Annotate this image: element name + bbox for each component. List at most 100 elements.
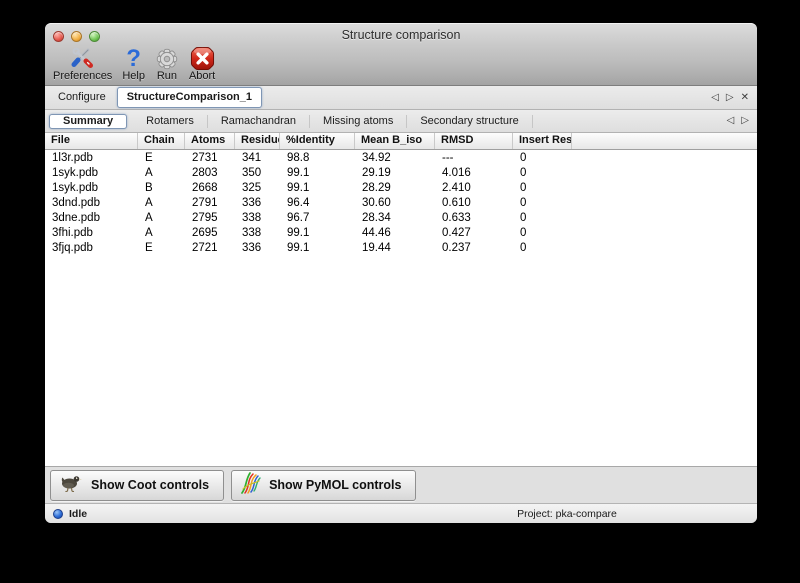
cell-mean-b-iso: 30.60 <box>355 197 435 209</box>
cell--identity: 99.1 <box>280 227 355 239</box>
cell-residues: 336 <box>235 197 280 209</box>
question-mark-icon: ? <box>126 46 141 71</box>
cell-mean-b-iso: 28.29 <box>355 182 435 194</box>
document-tab-bar: Configure StructureComparison_1 ◁ ▷ ✕ <box>45 86 757 110</box>
show-coot-controls-button[interactable]: Show Coot controls <box>50 470 224 501</box>
status-bar: Idle Project: pka-compare <box>45 503 757 523</box>
toolbar-item-label: Preferences <box>53 71 112 82</box>
cell-chain: A <box>138 212 185 224</box>
project-label: Project: pka-compare <box>477 508 657 520</box>
column-header-file[interactable]: File <box>45 133 138 149</box>
abort-octagon-icon <box>190 46 215 71</box>
abort-button[interactable]: Abort <box>189 46 215 82</box>
cell-mean-b-iso: 29.19 <box>355 167 435 179</box>
table-row[interactable]: 3fhi.pdbA269533899.144.460.4270 <box>45 225 757 240</box>
cell-insert-res-: 0 <box>513 152 572 164</box>
cell-atoms: 2791 <box>185 197 235 209</box>
cell-mean-b-iso: 44.46 <box>355 227 435 239</box>
cell-chain: A <box>138 197 185 209</box>
cell-insert-res-: 0 <box>513 212 572 224</box>
show-pymol-controls-button[interactable]: Show PyMOL controls <box>231 470 416 501</box>
cell-rmsd: 2.410 <box>435 182 513 194</box>
cell-atoms: 2795 <box>185 212 235 224</box>
preferences-button[interactable]: Preferences <box>53 46 112 82</box>
cell-insert-res-: 0 <box>513 242 572 254</box>
cell-atoms: 2721 <box>185 242 235 254</box>
table-row[interactable]: 3fjq.pdbE272133699.119.440.2370 <box>45 240 757 255</box>
doc-tab-nav: ◁ ▷ ✕ <box>711 93 749 103</box>
column-header-mean-b-iso[interactable]: Mean B_iso <box>355 133 435 149</box>
toolbar-item-label: Run <box>157 71 177 82</box>
tab-missing-atoms[interactable]: Missing atoms <box>310 115 407 128</box>
column-header--identity[interactable]: %Identity <box>280 133 355 149</box>
cell-atoms: 2668 <box>185 182 235 194</box>
cell-file: 1syk.pdb <box>45 182 138 194</box>
cell-residues: 338 <box>235 212 280 224</box>
column-header-residues[interactable]: Residues <box>235 133 280 149</box>
summary-table: FileChainAtomsResidues%IdentityMean B_is… <box>45 133 757 467</box>
controls-footer: Show Coot controls Show PyMOL controls <box>45 467 757 503</box>
tab-ramachandran[interactable]: Ramachandran <box>208 115 310 128</box>
cell-rmsd: 0.427 <box>435 227 513 239</box>
tab-prev-icon[interactable]: ◁ <box>711 93 719 103</box>
tab-summary[interactable]: Summary <box>49 114 127 129</box>
table-row[interactable]: 3dne.pdbA279533896.728.340.6330 <box>45 210 757 225</box>
pymol-ribbon-icon <box>240 472 262 499</box>
tab-rotamers[interactable]: Rotamers <box>133 115 208 128</box>
cell-rmsd: 4.016 <box>435 167 513 179</box>
tab-next-icon[interactable]: ▷ <box>726 93 734 103</box>
help-glyph: ? <box>126 47 141 71</box>
app-window: Structure comparison Preferences <box>45 23 757 523</box>
table-header: FileChainAtomsResidues%IdentityMean B_is… <box>45 133 757 150</box>
column-header-chain[interactable]: Chain <box>138 133 185 149</box>
table-body: 1l3r.pdbE273134198.834.92---01syk.pdbA28… <box>45 150 757 255</box>
window-title: Structure comparison <box>45 28 757 42</box>
cell-residues: 325 <box>235 182 280 194</box>
cell-mean-b-iso: 19.44 <box>355 242 435 254</box>
tab-close-icon[interactable]: ✕ <box>741 93 749 103</box>
cell-file: 1l3r.pdb <box>45 152 138 164</box>
help-button[interactable]: ? Help <box>122 46 145 82</box>
cell-atoms: 2731 <box>185 152 235 164</box>
cell-rmsd: 0.610 <box>435 197 513 209</box>
column-header-filler <box>572 133 757 149</box>
cell--identity: 99.1 <box>280 242 355 254</box>
table-row[interactable]: 3dnd.pdbA279133696.430.600.6100 <box>45 195 757 210</box>
run-button[interactable]: Run <box>155 46 179 82</box>
window-header: Structure comparison Preferences <box>45 23 757 86</box>
cell-residues: 350 <box>235 167 280 179</box>
cell-file: 1syk.pdb <box>45 167 138 179</box>
cell--identity: 99.1 <box>280 182 355 194</box>
tab-configure[interactable]: Configure <box>47 89 117 106</box>
cell-chain: A <box>138 227 185 239</box>
footer-button-label: Show Coot controls <box>91 478 209 492</box>
tab-structurecomparison-1[interactable]: StructureComparison_1 <box>117 87 262 108</box>
cell--identity: 98.8 <box>280 152 355 164</box>
tab-next-icon[interactable]: ▷ <box>741 116 749 126</box>
cell-rmsd: 0.237 <box>435 242 513 254</box>
table-row[interactable]: 1syk.pdbA280335099.129.194.0160 <box>45 165 757 180</box>
titlebar[interactable]: Structure comparison <box>45 24 757 46</box>
table-row[interactable]: 1syk.pdbB266832599.128.292.4100 <box>45 180 757 195</box>
status-text: Idle <box>69 508 87 520</box>
cell-chain: E <box>138 242 185 254</box>
tab-secondary-structure[interactable]: Secondary structure <box>407 115 532 128</box>
cell-chain: E <box>138 152 185 164</box>
column-header-atoms[interactable]: Atoms <box>185 133 235 149</box>
cell--identity: 96.4 <box>280 197 355 209</box>
cell-file: 3dne.pdb <box>45 212 138 224</box>
cell-atoms: 2695 <box>185 227 235 239</box>
table-row[interactable]: 1l3r.pdbE273134198.834.92---0 <box>45 150 757 165</box>
column-header-insert-res-[interactable]: Insert Res. <box>513 133 572 149</box>
cell-insert-res-: 0 <box>513 182 572 194</box>
cell-insert-res-: 0 <box>513 197 572 209</box>
view-tab-nav: ◁ ▷ <box>727 116 749 126</box>
cell-rmsd: 0.633 <box>435 212 513 224</box>
cell-residues: 341 <box>235 152 280 164</box>
gear-icon <box>155 46 179 71</box>
cell-chain: A <box>138 167 185 179</box>
tab-prev-icon[interactable]: ◁ <box>727 116 735 126</box>
column-header-rmsd[interactable]: RMSD <box>435 133 513 149</box>
coot-bird-icon <box>59 474 84 497</box>
cell--identity: 96.7 <box>280 212 355 224</box>
